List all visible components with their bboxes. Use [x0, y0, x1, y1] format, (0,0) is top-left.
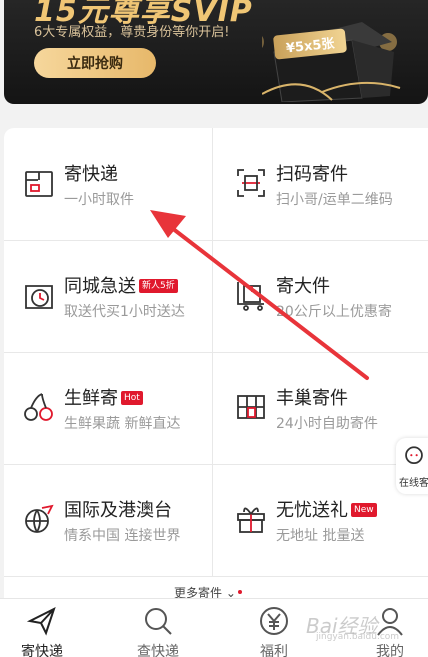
cherry-icon	[24, 393, 53, 421]
tab-track-express[interactable]: 查快递	[118, 599, 198, 657]
yen-icon	[260, 607, 288, 635]
grid-divider	[4, 576, 428, 577]
service-title: 无忧送礼 New	[276, 496, 377, 522]
service-scan-send[interactable]: 扫码寄件 扫小哥/运单二维码	[216, 128, 424, 240]
notification-dot	[237, 590, 242, 594]
new-badge: New	[351, 503, 377, 517]
new-user-badge: 新人5折	[139, 279, 178, 293]
locker-icon	[237, 395, 265, 419]
gift-icon	[237, 507, 265, 533]
scan-icon	[237, 169, 265, 197]
online-service-button[interactable]: 在线客	[396, 438, 428, 494]
service-title-text: 生鲜寄	[64, 388, 118, 409]
service-subtitle: 24小时自助寄件	[276, 416, 378, 432]
service-title: 寄大件	[276, 276, 330, 297]
online-service-label: 在线客	[399, 478, 428, 489]
service-grid: 寄快递 一小时取件 扫码寄件 扫小哥/运单二维码 同城急送 新人5折 取送代买1小…	[4, 128, 428, 600]
service-title: 扫码寄件	[276, 164, 348, 185]
service-large-item[interactable]: 寄大件 20公斤以上优惠寄	[216, 240, 424, 352]
tab-label: 福利	[260, 644, 288, 657]
service-subtitle: 无地址 批量送	[276, 528, 365, 544]
service-international[interactable]: 国际及港澳台 情系中国 连接世界	[4, 464, 212, 576]
banner-subtitle: 6大专属权益，尊贵身份等你开启!	[34, 25, 230, 40]
paper-plane-icon	[26, 607, 56, 636]
service-hive-locker[interactable]: 丰巢寄件 24小时自助寄件	[216, 352, 424, 464]
chat-headset-icon	[405, 446, 423, 465]
tab-label: 寄快递	[21, 644, 63, 657]
service-subtitle: 20公斤以上优惠寄	[276, 304, 392, 320]
service-title-text: 无忧送礼	[276, 500, 348, 521]
service-title: 同城急送 新人5折	[64, 272, 178, 298]
tab-welfare[interactable]: 福利	[234, 599, 314, 657]
tab-send-express[interactable]: 寄快递	[2, 599, 82, 657]
buy-now-button[interactable]: 立即抢购	[34, 48, 156, 78]
service-subtitle: 情系中国 连接世界	[64, 528, 181, 544]
tab-label: 我的	[376, 644, 404, 657]
clock-box-icon	[25, 285, 53, 309]
globe-plane-icon	[25, 504, 54, 533]
service-subtitle: 生鲜果蔬 新鲜直达	[64, 416, 181, 432]
service-title: 国际及港澳台	[64, 500, 172, 521]
hot-badge: Hot	[121, 391, 143, 405]
service-title: 生鲜寄 Hot	[64, 384, 143, 410]
watermark-url: jingyan.baidu.com	[316, 632, 400, 642]
service-gift[interactable]: 无忧送礼 New 无地址 批量送	[216, 464, 424, 576]
service-send-express[interactable]: 寄快递 一小时取件	[4, 128, 212, 240]
service-title-text: 同城急送	[64, 276, 136, 297]
service-subtitle: 取送代买1小时送达	[64, 304, 185, 320]
service-subtitle: 一小时取件	[64, 192, 134, 208]
service-same-city[interactable]: 同城急送 新人5折 取送代买1小时送达	[4, 240, 212, 352]
service-subtitle: 扫小哥/运单二维码	[276, 192, 393, 208]
cart-box-icon	[237, 282, 264, 311]
search-icon	[145, 608, 172, 635]
service-title: 寄快递	[64, 164, 118, 185]
send-box-icon	[25, 171, 53, 197]
service-title: 丰巢寄件	[276, 388, 348, 409]
tab-label: 查快递	[137, 644, 179, 657]
service-fresh[interactable]: 生鲜寄 Hot 生鲜果蔬 新鲜直达	[4, 352, 212, 464]
svip-banner[interactable]: 15元尊享SVIP 6大专属权益，尊贵身份等你开启! 立即抢购 ¥5x5张	[4, 0, 428, 104]
